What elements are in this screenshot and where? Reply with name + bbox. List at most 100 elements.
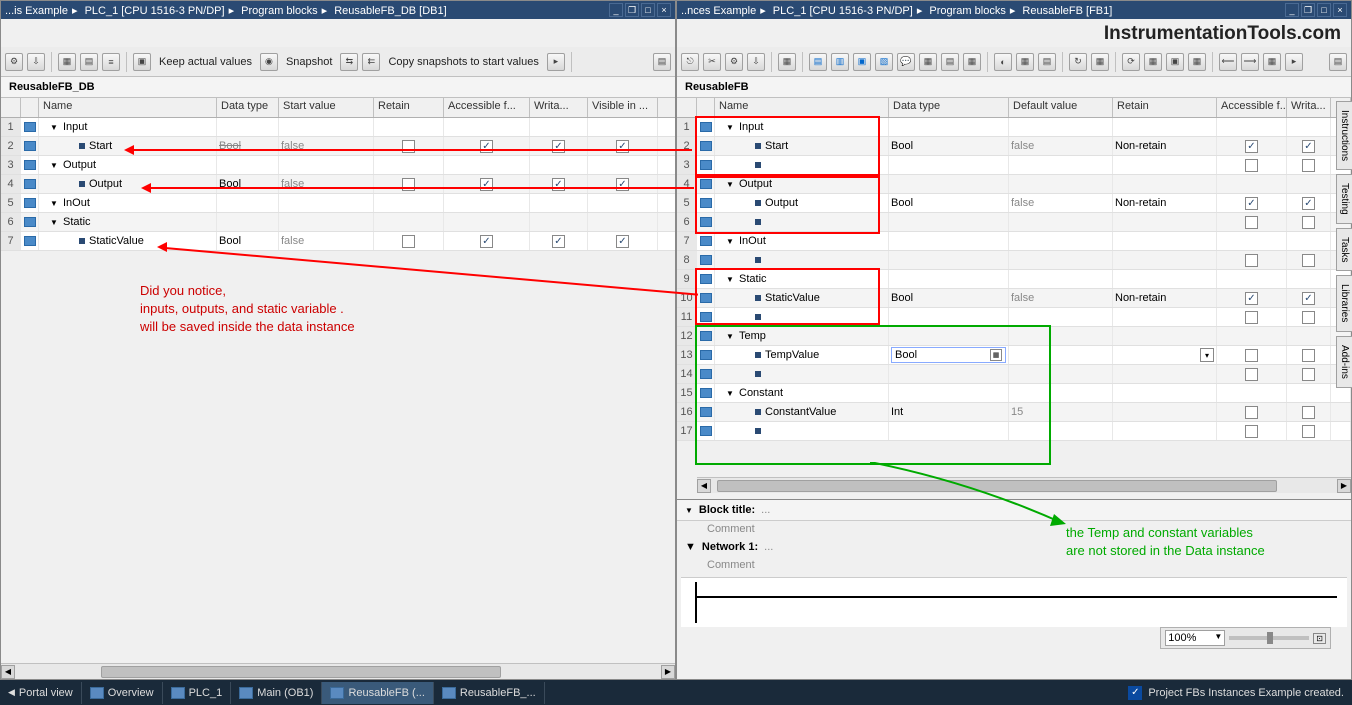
scroll-thumb[interactable] <box>101 666 501 678</box>
var-type[interactable] <box>889 422 1009 440</box>
toolbar-icon[interactable]: ▣ <box>853 53 871 71</box>
checkbox[interactable] <box>1245 349 1258 362</box>
network-comment[interactable]: Comment <box>677 557 1351 573</box>
toolbar-icon[interactable]: ▦ <box>1188 53 1206 71</box>
wr-cell[interactable] <box>530 194 588 212</box>
var-value[interactable] <box>1009 422 1113 440</box>
table-row[interactable]: 1▼Input <box>677 118 1351 137</box>
checkbox[interactable] <box>1302 216 1315 229</box>
vis-cell[interactable] <box>588 118 658 136</box>
acc-cell[interactable] <box>444 156 530 174</box>
toolbar-icon[interactable]: ▣ <box>1166 53 1184 71</box>
vis-cell[interactable] <box>588 175 658 193</box>
crumb[interactable]: ReusableFB [FB1] <box>1022 5 1112 17</box>
var-type[interactable] <box>889 118 1009 136</box>
vis-cell[interactable] <box>588 213 658 231</box>
checkbox[interactable] <box>1245 197 1258 210</box>
var-type[interactable] <box>889 365 1009 383</box>
side-tab-add-ins[interactable]: Add-ins <box>1336 336 1352 388</box>
toolbar-icon[interactable]: ▦ <box>778 53 796 71</box>
wr-cell[interactable] <box>530 213 588 231</box>
table-row[interactable]: 4▼Output <box>677 175 1351 194</box>
wr-cell[interactable] <box>1287 365 1331 383</box>
checkbox[interactable] <box>616 235 629 248</box>
var-value[interactable]: false <box>1009 194 1113 212</box>
acc-cell[interactable] <box>444 213 530 231</box>
var-value[interactable]: false <box>279 137 374 155</box>
var-value[interactable] <box>279 213 374 231</box>
wr-cell[interactable] <box>530 118 588 136</box>
float-icon[interactable]: ❐ <box>1301 3 1315 17</box>
checkbox[interactable] <box>402 178 415 191</box>
col-name[interactable]: Name <box>39 98 217 117</box>
checkbox[interactable] <box>1245 216 1258 229</box>
var-type[interactable] <box>217 213 279 231</box>
var-type[interactable] <box>217 118 279 136</box>
wr-cell[interactable] <box>530 175 588 193</box>
ladder-editor[interactable] <box>681 577 1347 627</box>
bottom-tab[interactable]: ReusableFB (... <box>322 682 433 704</box>
zoom-select[interactable]: 100% ▼ <box>1165 630 1225 646</box>
toolbar-icon[interactable]: ▤ <box>80 53 98 71</box>
toolbar-icon[interactable]: ▸ <box>547 53 565 71</box>
block-title-dots[interactable]: ... <box>761 504 770 516</box>
side-tab-libraries[interactable]: Libraries <box>1336 275 1352 331</box>
toolbar-icon[interactable]: ▦ <box>1263 53 1281 71</box>
bottom-tab[interactable]: Main (OB1) <box>231 682 322 704</box>
checkbox[interactable] <box>1245 254 1258 267</box>
table-row[interactable]: 12▼Temp <box>677 327 1351 346</box>
col-start[interactable]: Start value <box>279 98 374 117</box>
expand-icon[interactable]: ▼ <box>725 236 735 246</box>
toolbar-icon[interactable]: ≡ <box>102 53 120 71</box>
retain-cell[interactable] <box>374 156 444 174</box>
retain-cell[interactable] <box>1113 270 1217 288</box>
table-row[interactable]: 2StartBoolfalseNon-retain <box>677 137 1351 156</box>
checkbox[interactable] <box>1245 159 1258 172</box>
col-wr[interactable]: Writa... <box>1287 98 1331 117</box>
acc-cell[interactable] <box>444 194 530 212</box>
acc-cell[interactable] <box>1217 137 1287 155</box>
checkbox[interactable] <box>1302 425 1315 438</box>
wr-cell[interactable] <box>1287 422 1331 440</box>
expand-icon[interactable]: ▼ <box>49 160 59 170</box>
checkbox[interactable] <box>616 178 629 191</box>
h-scrollbar[interactable]: ◀ ▶ <box>1 663 675 679</box>
table-row[interactable]: 3▼Output <box>1 156 675 175</box>
table-row[interactable]: 3 <box>677 156 1351 175</box>
var-type[interactable]: Bool▦ <box>889 346 1009 364</box>
col-acc[interactable]: Accessible f... <box>1217 98 1287 117</box>
var-name[interactable] <box>715 156 889 174</box>
wr-cell[interactable] <box>1287 346 1331 364</box>
retain-cell[interactable]: ▾ <box>1113 346 1217 364</box>
retain-cell[interactable] <box>374 137 444 155</box>
expand-icon[interactable]: ▼ <box>725 274 735 284</box>
retain-cell[interactable] <box>1113 365 1217 383</box>
retain-cell[interactable] <box>374 175 444 193</box>
crumb[interactable]: Program blocks <box>241 5 317 17</box>
scroll-left-icon[interactable]: ◀ <box>697 479 711 493</box>
dropdown-icon[interactable]: ▦ <box>990 349 1002 361</box>
var-type[interactable] <box>889 251 1009 269</box>
toolbar-icon[interactable]: ◐ <box>994 53 1012 71</box>
var-type[interactable]: Bool <box>889 194 1009 212</box>
retain-cell[interactable] <box>1113 118 1217 136</box>
var-name[interactable]: ▼Temp <box>715 327 889 345</box>
wr-cell[interactable] <box>1287 270 1331 288</box>
var-value[interactable] <box>1009 251 1113 269</box>
max-icon[interactable]: □ <box>641 3 655 17</box>
network-dots[interactable]: ... <box>764 541 773 553</box>
col-acc[interactable]: Accessible f... <box>444 98 530 117</box>
toolbar-icon[interactable]: ▦ <box>1144 53 1162 71</box>
side-tab-instructions[interactable]: Instructions <box>1336 101 1352 170</box>
table-row[interactable]: 13TempValueBool▦▾ <box>677 346 1351 365</box>
var-name[interactable] <box>715 365 889 383</box>
vis-cell[interactable] <box>588 194 658 212</box>
var-value[interactable] <box>1009 346 1113 364</box>
table-row[interactable]: 7▼InOut <box>677 232 1351 251</box>
min-icon[interactable]: _ <box>1285 3 1299 17</box>
checkbox[interactable] <box>1302 311 1315 324</box>
keep-values-button[interactable]: Keep actual values <box>155 56 256 68</box>
var-value[interactable] <box>1009 365 1113 383</box>
acc-cell[interactable] <box>444 118 530 136</box>
min-icon[interactable]: _ <box>609 3 623 17</box>
